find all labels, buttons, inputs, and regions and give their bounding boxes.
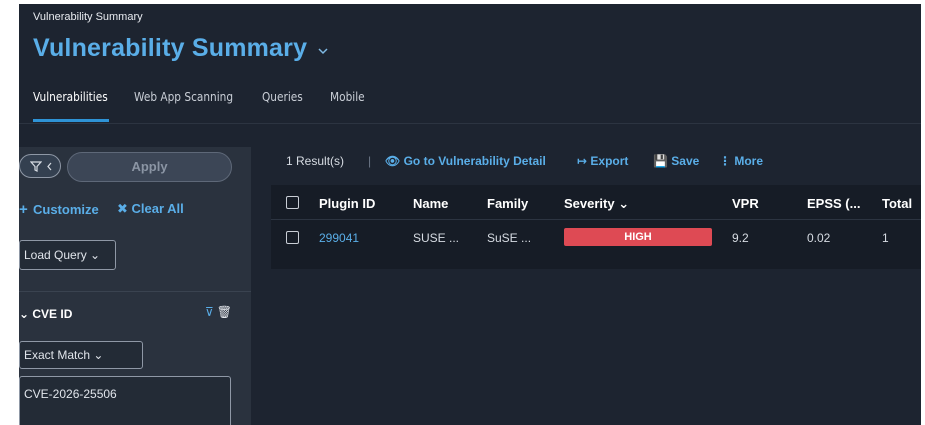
column-epss[interactable]: EPSS (... (807, 196, 860, 211)
tab-bar: Vulnerabilities Web App Scanning Queries… (19, 90, 921, 124)
more-button[interactable]: ⋮ More (719, 154, 763, 168)
tab-web-app-scanning[interactable]: Web App Scanning (134, 90, 233, 104)
result-count: 1 Result(s) (286, 154, 345, 168)
filter-icon[interactable]: ⊽ (205, 305, 214, 319)
row-checkbox[interactable] (286, 231, 299, 244)
cell-family: SuSE ... (487, 231, 532, 245)
plugin-id-link[interactable]: 299041 (319, 231, 359, 245)
cve-id-section-actions: ⊽ 🗑 (205, 305, 232, 319)
chevron-down-icon[interactable] (317, 46, 329, 56)
cell-total: 1 (882, 231, 889, 245)
column-name[interactable]: Name (413, 196, 448, 211)
go-to-detail-button[interactable]: 👁 Go to Vulnerability Detail (385, 154, 546, 168)
column-total[interactable]: Total (882, 196, 912, 211)
column-vpr[interactable]: VPR (732, 196, 759, 211)
active-tab-indicator (33, 119, 109, 122)
customize-button[interactable]: + Customize (19, 201, 99, 218)
cell-epss: 0.02 (807, 231, 831, 245)
export-button[interactable]: ↦ Export (577, 154, 628, 168)
tab-vulnerabilities[interactable]: Vulnerabilities (33, 90, 108, 104)
table-row[interactable]: 299041 SUSE ... SuSE ... HIGH 9.2 0.02 1 (271, 221, 921, 255)
cve-id-section-toggle[interactable]: ⌄ CVE ID (19, 307, 72, 321)
sidebar-divider (19, 291, 251, 292)
cell-name: SUSE ... (413, 231, 460, 245)
customize-label: Customize (33, 202, 99, 217)
window-edge-right (921, 0, 925, 425)
tab-mobile[interactable]: Mobile (330, 90, 365, 104)
collapse-left-icon (47, 162, 52, 171)
filter-toggle-button[interactable] (19, 154, 61, 178)
save-button[interactable]: 💾 Save (653, 154, 699, 168)
breadcrumb[interactable]: Vulnerability Summary (33, 11, 143, 23)
column-plugin-id[interactable]: Plugin ID (319, 196, 375, 211)
select-all-checkbox[interactable] (286, 196, 299, 209)
apply-button[interactable]: Apply (67, 152, 232, 182)
filter-sidebar: Apply + Customize ✖ Clear All Load Query … (19, 147, 251, 425)
plus-icon: + (19, 201, 28, 218)
severity-badge: HIGH (564, 228, 712, 246)
cell-vpr: 9.2 (732, 231, 749, 245)
match-type-select[interactable]: Exact Match ⌄ (19, 341, 143, 369)
trash-icon[interactable]: 🗑 (217, 305, 232, 319)
filter-icon (30, 161, 42, 172)
app-window: Vulnerability Summary Vulnerability Summ… (19, 4, 921, 425)
results-table: Plugin ID Name Family Severity ⌄ VPR EPS… (271, 185, 921, 269)
page-title[interactable]: Vulnerability Summary (33, 34, 307, 63)
clear-all-button[interactable]: ✖ Clear All (117, 201, 184, 217)
tab-queries[interactable]: Queries (262, 90, 303, 104)
cve-id-input[interactable]: CVE-2026-25506 (19, 376, 231, 425)
load-query-select[interactable]: Load Query ⌄ (19, 240, 116, 270)
window-edge-left (0, 0, 19, 425)
column-severity[interactable]: Severity ⌄ (564, 196, 629, 212)
toolbar-separator: | (368, 154, 372, 168)
column-family[interactable]: Family (487, 196, 528, 211)
table-header: Plugin ID Name Family Severity ⌄ VPR EPS… (271, 185, 921, 220)
